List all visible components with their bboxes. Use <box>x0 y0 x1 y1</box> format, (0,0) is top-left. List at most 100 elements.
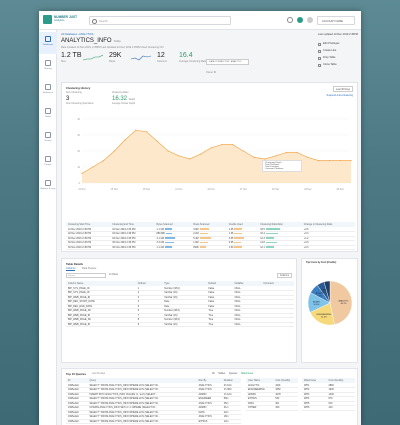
drop-table-button[interactable]: Drop Table <box>318 56 358 61</box>
sidebar-item-label: History <box>44 140 52 142</box>
y-tick-label: 30 <box>77 134 80 137</box>
cell-text: 3.65 <box>228 236 234 240</box>
size-sparkline <box>83 54 103 61</box>
x-tick-label: 18 Nov <box>143 189 151 191</box>
data-point <box>318 160 320 162</box>
table-row[interactable]: WH6 410 <box>302 405 355 411</box>
data-point <box>328 160 331 162</box>
clustering-history-card: Clustering History Last 30 Days Auto Clu… <box>61 82 358 252</box>
cell-text: +0.9 <box>303 241 309 245</box>
action-label: Clone Table <box>323 63 337 66</box>
inline-bar <box>234 237 244 239</box>
table-row[interactable]: 30 Nov 2019 2:45 PM 30 Nov 2019 2:45 PM 1.… <box>66 245 355 250</box>
cell-text: ANALYTICS <box>198 388 212 392</box>
reports-icon <box>45 180 51 186</box>
cell-text: WH5 <box>304 401 310 405</box>
inline-bar <box>234 228 242 230</box>
inline-bar <box>199 232 208 235</box>
filter-warehouse[interactable]: Warehouse <box>241 372 253 375</box>
queries-table: ID Query Run By Duration 0195e4a3 SELECT * F… <box>66 378 241 424</box>
sidebar-item-history[interactable]: History <box>39 128 57 150</box>
inline-bar <box>164 228 173 230</box>
table-cell: 320 <box>273 405 298 411</box>
period-select[interactable]: Last 30 Days <box>333 86 353 92</box>
account-menu[interactable]: ACCOUNT NAME <box>317 16 355 25</box>
table-cell: 410 <box>326 405 355 411</box>
tab-columns[interactable]: Columns <box>66 267 76 271</box>
cell-text: 7 <box>137 313 140 317</box>
cell-text: 8 <box>137 318 140 322</box>
suspend-clustering-button[interactable]: Suspend Auto-Clustering <box>327 94 353 97</box>
columns-select[interactable]: Columns <box>276 273 292 278</box>
cell-text: NULL <box>234 318 241 322</box>
table-row[interactable]: BIP_WEB_PAGE_ID 9 Varchar (16) True NULL <box>66 322 294 327</box>
area-fill <box>82 130 351 183</box>
filter-queries[interactable]: Queries <box>229 372 237 375</box>
filter-tables[interactable]: Tables <box>218 372 225 375</box>
cell-text: Number (38,0) <box>164 286 180 290</box>
cell-text: 31m <box>223 406 229 410</box>
column-search-input[interactable]: Search <box>66 273 106 278</box>
data-point <box>189 158 191 160</box>
cell-text: NULL <box>234 304 241 308</box>
cell-text: 610 <box>328 401 333 405</box>
sidebar-item-reference[interactable]: Reference <box>39 80 57 102</box>
pie-value-label: 46.7% <box>341 303 347 305</box>
sidebar-item-sharing[interactable]: Sharing <box>39 56 57 78</box>
cell-text: 10 Dec 2019 2:45 PM <box>112 227 136 231</box>
clone-table-button[interactable]: Clone Table <box>318 63 358 68</box>
filter-all[interactable]: All <box>212 372 215 375</box>
table-row[interactable]: OTHER 320 <box>246 405 298 411</box>
cell-text: BIP_REC_START_DATE <box>68 300 95 304</box>
cell-text: NULL <box>234 313 241 317</box>
sidebar: Databases Sharing Reference Tables Histo… <box>39 30 57 425</box>
create-like-button[interactable]: Create Like <box>318 49 358 54</box>
page-title: ANALYTICS_INFO Table <box>61 38 121 44</box>
reference-icon <box>45 84 51 90</box>
card-title: Top 10 Queries <box>66 372 86 376</box>
tab-data-preview[interactable]: Data Preview <box>82 267 96 270</box>
avatar[interactable] <box>307 17 313 23</box>
inline-bar <box>265 241 277 244</box>
cell-text: SELECT * FROM ANALYTICS_INFO WHERE id IN… <box>89 397 160 401</box>
connector-select[interactable]: DATA CONNECTOR - ANALYTIC <box>206 59 249 65</box>
data-point <box>275 155 277 157</box>
cell-text: 02 Dec 2019 2:45 PM <box>68 236 92 240</box>
clustering-ratio-unit: Depth <box>128 98 136 101</box>
columns-table: Column Name Ordinal Type Default Nullable Com… <box>66 281 294 327</box>
cell-text: Number (38,0) <box>164 309 180 313</box>
cell-text: False <box>208 304 215 308</box>
table-row[interactable]: 0195e4a3 SELECT * FROM ANALYTICS_INFO WHE… <box>66 419 241 424</box>
notification-icon[interactable] <box>297 17 303 23</box>
inline-bar <box>234 246 242 248</box>
sidebar-item-reports[interactable]: Reports & Logs <box>39 176 57 198</box>
edit-privileges-button[interactable]: Edit Privileges <box>318 42 358 47</box>
search-icon <box>92 18 97 24</box>
global-search-input[interactable]: Search <box>89 16 231 25</box>
stat-size: 1.2 TB Size <box>61 52 82 63</box>
logo[interactable]: NUMBER JUST Analytics <box>43 14 83 27</box>
cell-text: 3.3 GB <box>156 241 164 245</box>
inline-bar <box>199 241 208 244</box>
sidebar-item-people[interactable]: People <box>39 152 57 174</box>
cell-text: 2h 10m <box>223 383 232 387</box>
cell-text: 30 Nov 2019 2:45 PM <box>112 241 136 245</box>
cell-text: ADMIN <box>198 392 207 396</box>
table-cell: 30 Nov 2019 2:45 PM <box>110 245 155 250</box>
sidebar-item-databases[interactable]: Databases <box>39 32 57 54</box>
sidebar-item-tables[interactable]: Tables <box>39 104 57 126</box>
inline-bar <box>234 232 242 235</box>
cell-text: Varchar (16) <box>164 313 178 317</box>
logo-mark-icon <box>43 15 52 24</box>
cell-text: 12.3 <box>260 236 265 240</box>
cell-text: 1.50 <box>228 245 234 249</box>
cell-text: 5 <box>137 304 140 308</box>
pie-value-label: 21.3% <box>321 317 327 319</box>
account-name: ACCOUNT NAME <box>322 19 343 23</box>
help-icon[interactable] <box>287 17 293 23</box>
table-cell: 0195e4a3 <box>66 419 88 424</box>
cell-text: 30 Nov 2019 2:45 PM <box>68 241 92 245</box>
inline-bar <box>164 241 175 244</box>
cell-text: 0195e4a3 <box>68 397 79 401</box>
cell-text: 880 MB <box>156 232 165 236</box>
